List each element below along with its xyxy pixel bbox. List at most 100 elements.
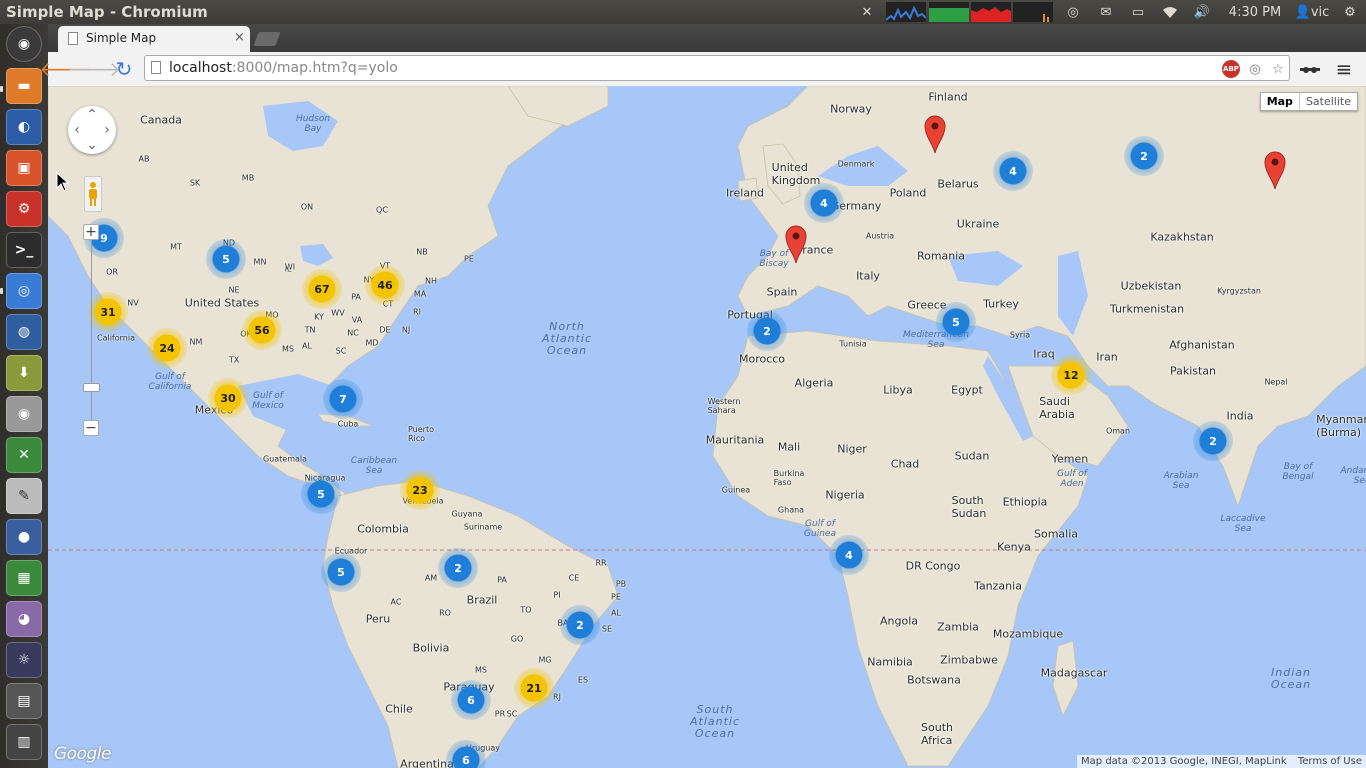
battery-icon[interactable]: ▭ [1128, 0, 1148, 24]
trash-icon[interactable]: ▥ [6, 724, 42, 760]
marker-cluster[interactable]: 7 [323, 379, 363, 419]
memory-graph-icon[interactable] [929, 0, 969, 24]
map-label: MN [253, 257, 267, 267]
map-label: Ghana [777, 505, 805, 515]
new-tab-button[interactable] [253, 32, 281, 46]
map-type-map-button[interactable]: Map [1261, 93, 1300, 110]
address-bar[interactable]: localhost:8000/map.htm?q=yolo ABP ◎ ☆ [144, 55, 1290, 81]
map-label: PE [464, 254, 474, 264]
marker-cluster[interactable]: 5 [321, 552, 361, 592]
marker-cluster[interactable]: 56 [242, 310, 282, 350]
marker-cluster[interactable]: 6 [451, 680, 491, 720]
bookmark-star-icon[interactable]: ☆ [1269, 60, 1287, 78]
marker-cluster[interactable]: 30 [208, 378, 248, 418]
mail-icon[interactable]: ✉ [1096, 0, 1116, 24]
map-label: Namibia [867, 655, 913, 669]
cpu-graph-icon[interactable] [886, 0, 926, 24]
firefox-icon[interactable]: ◐ [6, 109, 42, 145]
reload-icon[interactable]: ↻ [112, 57, 136, 81]
menu-icon[interactable]: ≡ [1332, 57, 1356, 81]
map-pin-icon[interactable] [1264, 150, 1286, 190]
workspace-switcher-icon[interactable]: ▤ [6, 683, 42, 719]
url-text: localhost:8000/map.htm?q=yolo [169, 60, 398, 76]
map-label: MB [241, 173, 255, 183]
system-settings-icon[interactable]: ⚙ [6, 191, 42, 227]
software-center-icon[interactable]: ▣ [6, 150, 42, 186]
google-logo[interactable]: Google [54, 744, 111, 764]
pan-down-icon[interactable]: ⌄ [86, 137, 98, 153]
wifi-icon[interactable] [1160, 0, 1180, 24]
dash-home-icon[interactable]: ◉ [6, 26, 42, 62]
cluster-count: 67 [314, 282, 330, 296]
cluster-count: 2 [576, 618, 584, 632]
cluster-count: 31 [100, 305, 116, 319]
marker-cluster[interactable]: 12 [1051, 355, 1091, 395]
network-app-icon[interactable]: ◍ [6, 314, 42, 350]
map-label: Somalia [1033, 527, 1079, 541]
marker-cluster[interactable]: 2 [560, 605, 600, 645]
map-label: PA [351, 292, 361, 302]
marker-cluster[interactable]: 21 [514, 668, 554, 708]
extension-target-icon[interactable]: ◎ [1246, 60, 1264, 78]
disk-graph-icon[interactable] [1013, 0, 1053, 24]
tab-simple-map[interactable]: Simple Map × [58, 26, 250, 52]
marker-cluster[interactable]: 5 [936, 302, 976, 342]
map-pin-icon[interactable] [924, 114, 946, 154]
chromium-icon[interactable]: ◎ [6, 273, 42, 309]
pan-up-icon[interactable]: ⌃ [86, 107, 98, 123]
pidgin-icon[interactable]: ◕ [6, 601, 42, 637]
terms-of-use-link[interactable]: Terms of Use [1298, 756, 1362, 767]
map-canvas[interactable]: Canada Hudson Bay Norway Finland United Kingdo… [48, 86, 1366, 768]
marker-cluster[interactable]: 2 [747, 311, 787, 351]
download-manager-icon[interactable]: ⬇ [6, 355, 42, 391]
pan-right-icon[interactable]: › [104, 122, 110, 138]
clock[interactable]: 4:30 PM [1226, 0, 1284, 24]
zoom-out-button[interactable]: − [83, 420, 99, 436]
incognito-mask-icon[interactable] [1298, 57, 1322, 81]
files-icon[interactable]: ▬ [6, 68, 42, 104]
drop-app-icon[interactable]: ● [6, 519, 42, 555]
map-type-satellite-button[interactable]: Satellite [1300, 93, 1357, 110]
marker-cluster[interactable]: 4 [993, 151, 1033, 191]
spreadsheet-icon[interactable]: ▦ [6, 560, 42, 596]
marker-cluster[interactable]: 4 [829, 535, 869, 575]
speaker-app-icon[interactable]: ◉ [6, 396, 42, 432]
pan-control[interactable]: ⌃ ⌄ ‹ › [68, 106, 116, 154]
marker-cluster[interactable]: 2 [1193, 421, 1233, 461]
browser-toolbar: 🡐 🡒 ↻ localhost:8000/map.htm?q=yolo ABP … [39, 52, 1366, 87]
system-top-bar: Simple Map - Chromium ✕ ◎ ✉ ▭ 🔊 4:30 PM … [0, 0, 1366, 24]
user-menu[interactable]: 👤 vic [1292, 0, 1332, 24]
marker-cluster[interactable]: 2 [1124, 136, 1164, 176]
cluster-count: 24 [159, 341, 175, 355]
zoom-slider-track[interactable] [91, 240, 92, 420]
marker-cluster[interactable]: 5 [206, 239, 246, 279]
marker-cluster[interactable]: 67 [302, 269, 342, 309]
pan-left-icon[interactable]: ‹ [74, 122, 80, 138]
session-gear-icon[interactable]: ⚙ [1340, 0, 1360, 24]
marker-cluster[interactable]: 24 [147, 328, 187, 368]
text-editor-icon[interactable]: ✎ [6, 478, 42, 514]
marker-cluster[interactable]: 2 [438, 548, 478, 588]
forward-arrow-icon[interactable]: 🡒 [67, 57, 121, 81]
marker-cluster[interactable]: 46 [365, 265, 405, 305]
zoom-in-button[interactable]: + [83, 224, 99, 240]
adblock-icon[interactable]: ABP [1222, 60, 1240, 78]
map-label: RR [595, 558, 607, 568]
cluster-count: 21 [526, 681, 542, 695]
street-view-pegman-icon[interactable] [84, 176, 102, 212]
zoom-slider-handle[interactable] [83, 383, 100, 392]
map-label: PE [611, 592, 621, 602]
tools-app-icon[interactable]: ✕ [6, 437, 42, 473]
network-graph-icon[interactable] [971, 0, 1011, 24]
ubuntu-one-icon[interactable]: ◎ [1063, 0, 1083, 24]
marker-cluster[interactable]: 31 [88, 292, 128, 332]
marker-cluster[interactable]: 23 [400, 470, 440, 510]
volume-icon[interactable]: 🔊 [1192, 0, 1212, 24]
terminal-icon[interactable]: >_ [6, 232, 42, 268]
marker-cluster[interactable]: 5 [301, 474, 341, 514]
map-pin-icon[interactable] [785, 224, 807, 264]
marker-cluster[interactable]: 4 [804, 183, 844, 223]
close-tab-icon[interactable]: × [234, 30, 245, 45]
eclipse-javaee-icon[interactable]: ☼ [6, 642, 42, 678]
dropbox-icon[interactable]: ✕ [856, 0, 878, 24]
